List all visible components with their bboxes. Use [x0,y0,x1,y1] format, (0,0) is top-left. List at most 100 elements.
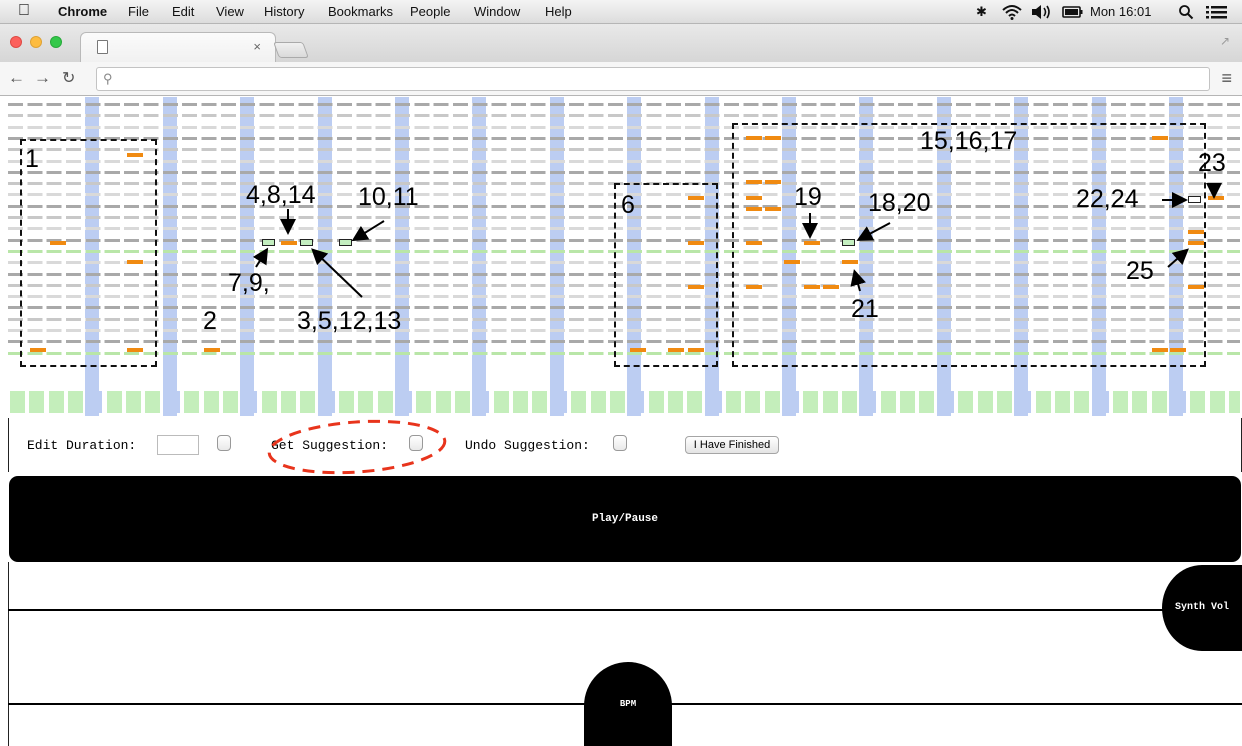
sequencer-note[interactable] [746,136,762,140]
hamburger-menu-icon[interactable]: ≡ [1221,68,1232,89]
beat-cell[interactable] [242,391,258,413]
beat-cell[interactable] [784,391,799,413]
sequencer-note[interactable] [804,285,820,289]
beat-cell[interactable] [87,391,103,413]
beat-cell[interactable] [900,391,916,413]
sequencer-note[interactable] [765,180,781,184]
beat-cell[interactable] [29,391,45,413]
sequencer-note[interactable] [1188,241,1204,245]
beat-cell[interactable] [184,391,200,413]
beat-cell[interactable] [435,391,451,413]
sequencer-note[interactable] [746,207,762,211]
sequencer-note[interactable] [127,260,143,264]
beat-cell[interactable] [280,391,296,413]
beat-cell[interactable] [1054,391,1070,413]
sequencer-note[interactable] [765,207,781,211]
menu-edit[interactable]: Edit [172,0,194,24]
suggested-note-empty[interactable] [1188,196,1201,203]
beat-cell[interactable] [880,391,896,413]
i-have-finished-button[interactable]: I Have Finished [685,436,779,454]
beat-cell[interactable] [590,391,606,413]
beat-cell[interactable] [474,391,490,413]
beat-cell[interactable] [842,391,858,413]
sequencer-note[interactable] [30,348,46,352]
forward-arrow-icon[interactable]: → [34,68,51,88]
beat-cell[interactable] [687,391,703,413]
beat-cell[interactable] [977,391,993,413]
bpm-knob[interactable]: BPM [584,662,672,746]
beat-cell[interactable] [1016,391,1032,413]
tab-close-icon[interactable]: × [253,39,261,54]
beat-cell[interactable] [377,391,393,413]
reload-icon[interactable]: ↻ [62,68,75,88]
beat-cell[interactable] [648,391,664,413]
edit-duration-checkbox[interactable] [217,435,231,451]
beat-cell[interactable] [513,391,529,413]
beat-cell[interactable] [164,391,180,413]
menu-file[interactable]: File [128,0,149,24]
beat-cell[interactable] [803,391,819,413]
beat-cell[interactable] [145,391,161,413]
beat-cell[interactable] [1229,391,1240,413]
sequencer-note[interactable] [842,260,858,264]
beat-cell[interactable] [222,391,238,413]
beat-cell[interactable] [319,391,335,413]
beat-cell[interactable] [919,391,935,413]
beat-cell[interactable] [68,391,84,413]
sequencer-note[interactable] [1188,230,1204,234]
sequencer-note[interactable] [823,285,839,289]
sequencer-note[interactable] [688,241,704,245]
browser-tab[interactable]: × [80,32,276,62]
sequencer-note[interactable] [668,348,684,352]
beat-cell[interactable] [958,391,974,413]
beat-cell[interactable] [493,391,509,413]
beat-cell[interactable] [358,391,374,413]
sequencer-note[interactable] [50,241,66,245]
sequencer-note[interactable] [746,285,762,289]
menu-window[interactable]: Window [474,0,520,24]
spotlight-search-icon[interactable] [1178,0,1194,24]
sequencer-note[interactable] [688,196,704,200]
sequencer-note[interactable] [1152,348,1168,352]
beat-cell[interactable] [532,391,548,413]
battery-icon[interactable] [1062,0,1084,24]
sequencer-note[interactable] [804,241,820,245]
beat-cell[interactable] [1132,391,1148,413]
sequencer-note[interactable] [127,153,143,157]
new-tab-button[interactable] [273,42,309,58]
beat-cell[interactable] [338,391,354,413]
beat-cell[interactable] [1035,391,1051,413]
play-pause-button[interactable]: Play/Pause [9,476,1241,562]
beat-cell[interactable] [397,391,412,413]
suggested-note[interactable] [300,239,313,246]
beat-cell[interactable] [725,391,741,413]
beat-cell[interactable] [300,391,316,413]
beat-cell[interactable] [1074,391,1090,413]
beat-cell[interactable] [629,391,645,413]
sequencer-note[interactable] [746,196,762,200]
menu-app-name[interactable]: Chrome [58,0,107,24]
menu-history[interactable]: History [264,0,304,24]
beat-cell[interactable] [764,391,780,413]
address-bar[interactable]: ⚲ [96,67,1210,91]
sequencer-note[interactable] [688,348,704,352]
beat-cell[interactable] [822,391,838,413]
fullscreen-icon[interactable]: ↗ [1220,34,1230,48]
sequencer-note[interactable] [1152,136,1168,140]
sequencer-note[interactable] [281,241,297,245]
beat-cell[interactable] [1209,391,1225,413]
sequencer-grid[interactable] [8,97,1240,416]
sequencer-note[interactable] [630,348,646,352]
wifi-icon[interactable] [1002,0,1022,24]
beat-cell[interactable] [1112,391,1128,413]
notification-list-icon[interactable] [1206,0,1228,24]
beat-cell[interactable] [551,391,567,413]
beat-cell[interactable] [667,391,683,413]
beat-cell[interactable] [203,391,219,413]
undo-suggestion-checkbox[interactable] [613,435,627,451]
suggested-note[interactable] [842,239,855,246]
clock[interactable]: Mon 16:01 [1090,0,1151,24]
suggested-note[interactable] [339,239,352,246]
beat-cell[interactable] [996,391,1012,413]
sequencer-note[interactable] [1208,196,1224,200]
